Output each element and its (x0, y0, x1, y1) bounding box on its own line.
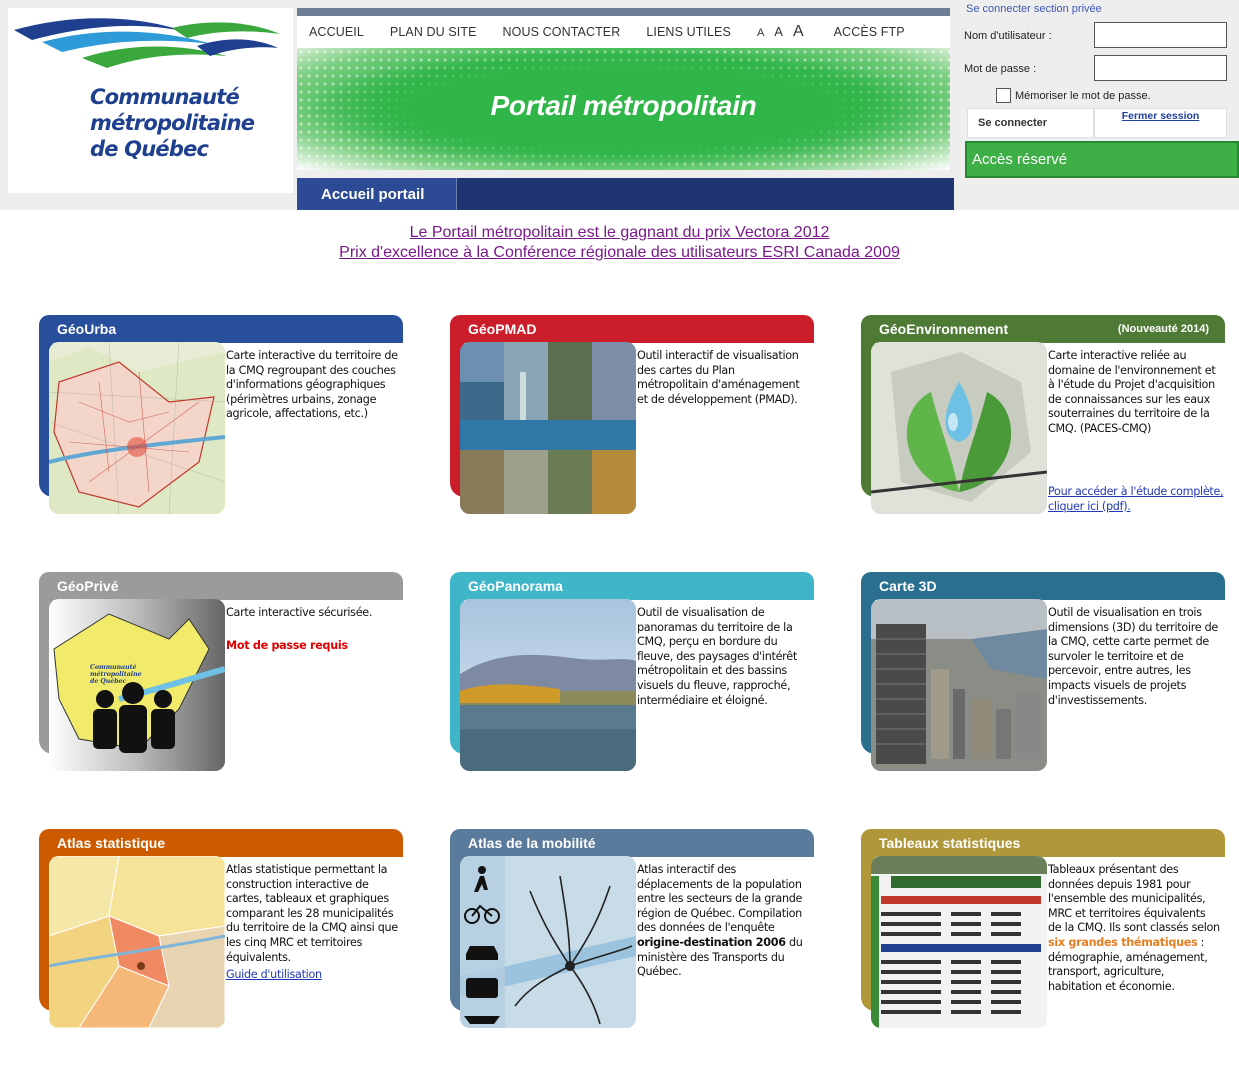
tableaux-desc-part1: Tableaux présentant des données depuis 1… (1048, 863, 1220, 935)
username-label: Nom d'utilisateur : (964, 30, 1052, 42)
carte-3d-city-image[interactable] (871, 599, 1047, 771)
geopanorama-landscape-image[interactable] (460, 599, 636, 771)
reserved-access-button[interactable]: Accès réservé (965, 141, 1239, 178)
geoprive-logo-line-1: Communauté (90, 664, 137, 671)
login-panel: Se connecter section privée Nom d'utilis… (958, 0, 1239, 210)
geoprive-logo-line-2: métropolitaine (90, 671, 142, 679)
geoprive-logo-line-3: de Québec (90, 678, 127, 686)
logo-swoosh-icon (14, 18, 280, 68)
card-geopmad[interactable]: GéoPMAD Outil interactif de visualisatio… (450, 315, 816, 514)
geoenv-leaf-image[interactable] (871, 342, 1047, 514)
font-small-button[interactable]: A (757, 27, 764, 39)
password-label: Mot de passe : (964, 63, 1037, 75)
nav-accueil-link[interactable]: ACCUEIL (309, 25, 364, 39)
card-title[interactable]: Atlas statistique (39, 829, 403, 857)
atlas-choropleth-image[interactable] (49, 856, 225, 1028)
geoprive-logo-text: Communauté métropolitaine de Québec (90, 664, 142, 686)
site-header: Communauté métropolitaine de Québec ACCU… (0, 0, 1239, 210)
font-size-controls: A A A (757, 23, 814, 41)
banner-title: Portail métropolitain (490, 90, 757, 121)
card-geopanorama[interactable]: GéoPanorama Outil de visualisation de pa… (450, 572, 816, 771)
logo-line-2: métropolitaine (90, 111, 255, 135)
nav-plan-du-site-link[interactable]: PLAN DU SITE (390, 25, 477, 39)
card-atlas-statistique[interactable]: Atlas statistique Atlas statistique perm… (39, 829, 405, 1028)
mobilite-desc-part1: Atlas interactif des déplacements de la … (637, 863, 803, 935)
card-tableaux-statistiques[interactable]: Tableaux statistiques Tableaux présentan… (861, 829, 1227, 1028)
card-title[interactable]: GéoEnvironnement (Nouveauté 2014) (861, 315, 1225, 343)
card-description: Carte interactive reliée au domaine de l… (1048, 349, 1216, 435)
logo-line-1: Communauté (90, 85, 240, 109)
cmq-logo[interactable]: Communauté métropolitaine de Québec (8, 8, 293, 193)
tab-accueil-portail[interactable]: Accueil portail (297, 178, 457, 210)
prize-esri-link[interactable]: Prix d'excellence à la Conférence région… (0, 244, 1239, 262)
logo-line-3: de Québec (90, 137, 209, 161)
mobilite-desc-highlight: origine-destination 2006 (637, 935, 786, 949)
card-description: Atlas interactif des déplacements de la … (637, 863, 809, 980)
card-description: Outil de visualisation de panoramas du t… (637, 606, 797, 707)
mobilite-flow-map-image[interactable] (460, 856, 636, 1028)
guide-utilisation-link[interactable]: Guide d'utilisation (226, 968, 402, 983)
card-description: Tableaux présentant des données depuis 1… (1048, 863, 1220, 994)
tableaux-spreadsheet-image[interactable] (871, 856, 1047, 1028)
font-medium-button[interactable]: A (774, 24, 783, 39)
card-title[interactable]: GéoPanorama (450, 572, 814, 600)
sub-navigation: Accueil portail (297, 178, 954, 210)
topbar-divider (297, 8, 950, 16)
card-title[interactable]: Carte 3D (861, 572, 1225, 600)
connect-button[interactable]: Se connecter (967, 108, 1094, 138)
close-session-link[interactable]: Fermer session (1094, 108, 1227, 138)
card-title[interactable]: Tableaux statistiques (861, 829, 1225, 857)
nav-ftp-link[interactable]: ACCÈS FTP (834, 25, 905, 39)
card-title[interactable]: Atlas de la mobilité (450, 829, 814, 857)
remember-checkbox[interactable] (996, 88, 1011, 103)
card-geoenvironnement[interactable]: GéoEnvironnement (Nouveauté 2014) Carte … (861, 315, 1227, 514)
geourba-map-image[interactable] (49, 342, 225, 514)
card-carte-3d[interactable]: Carte 3D Outil de visualisation en trois… (861, 572, 1227, 771)
card-description: Carte interactive du territoire de la CM… (226, 349, 398, 421)
prize-vectora-link[interactable]: Le Portail métropolitain est le gagnant … (0, 224, 1239, 242)
username-input[interactable] (1094, 22, 1227, 48)
login-title: Se connecter section privée (966, 3, 1102, 15)
card-title[interactable]: GéoPMAD (450, 315, 814, 343)
logo-text: Communauté métropolitaine de Québec (90, 84, 255, 162)
card-atlas-mobilite[interactable]: Atlas de la mobilité Atlas interactif de… (450, 829, 816, 1028)
card-title-text: GéoEnvironnement (879, 321, 1009, 337)
card-geourba[interactable]: GéoUrba Carte interactive du territoire … (39, 315, 405, 514)
password-required-notice: Mot de passe requis (226, 639, 348, 652)
card-description: Outil de visualisation en trois dimensio… (1048, 606, 1219, 707)
card-title[interactable]: GéoPrivé (39, 572, 403, 600)
password-input[interactable] (1094, 55, 1227, 81)
new-badge: (Nouveauté 2014) (1117, 323, 1209, 335)
font-large-button[interactable]: A (793, 23, 804, 41)
remember-label: Mémoriser le mot de passe. (1015, 89, 1151, 102)
card-geoprive[interactable]: GéoPrivé Communauté métropolitaine de Qu… (39, 572, 405, 771)
card-title[interactable]: GéoUrba (39, 315, 403, 343)
portal-banner: Portail métropolitain (297, 48, 950, 170)
study-pdf-link[interactable]: Pour accéder à l'étude complète, cliquer… (1048, 485, 1224, 514)
card-description: Atlas statistique permettant la construc… (226, 863, 398, 964)
top-navigation: ACCUEIL PLAN DU SITE NOUS CONTACTER LIEN… (297, 16, 950, 48)
geopmad-collage-image[interactable] (460, 342, 636, 514)
card-description: Outil interactif de visualisation des ca… (637, 349, 800, 406)
card-description: Carte interactive sécurisée. (226, 606, 373, 619)
remember-password: Mémoriser le mot de passe. (996, 88, 1151, 103)
tableaux-desc-highlight: six grandes thématiques (1048, 935, 1198, 949)
nav-liens-utiles-link[interactable]: LIENS UTILES (646, 25, 731, 39)
nav-contact-link[interactable]: NOUS CONTACTER (503, 25, 621, 39)
